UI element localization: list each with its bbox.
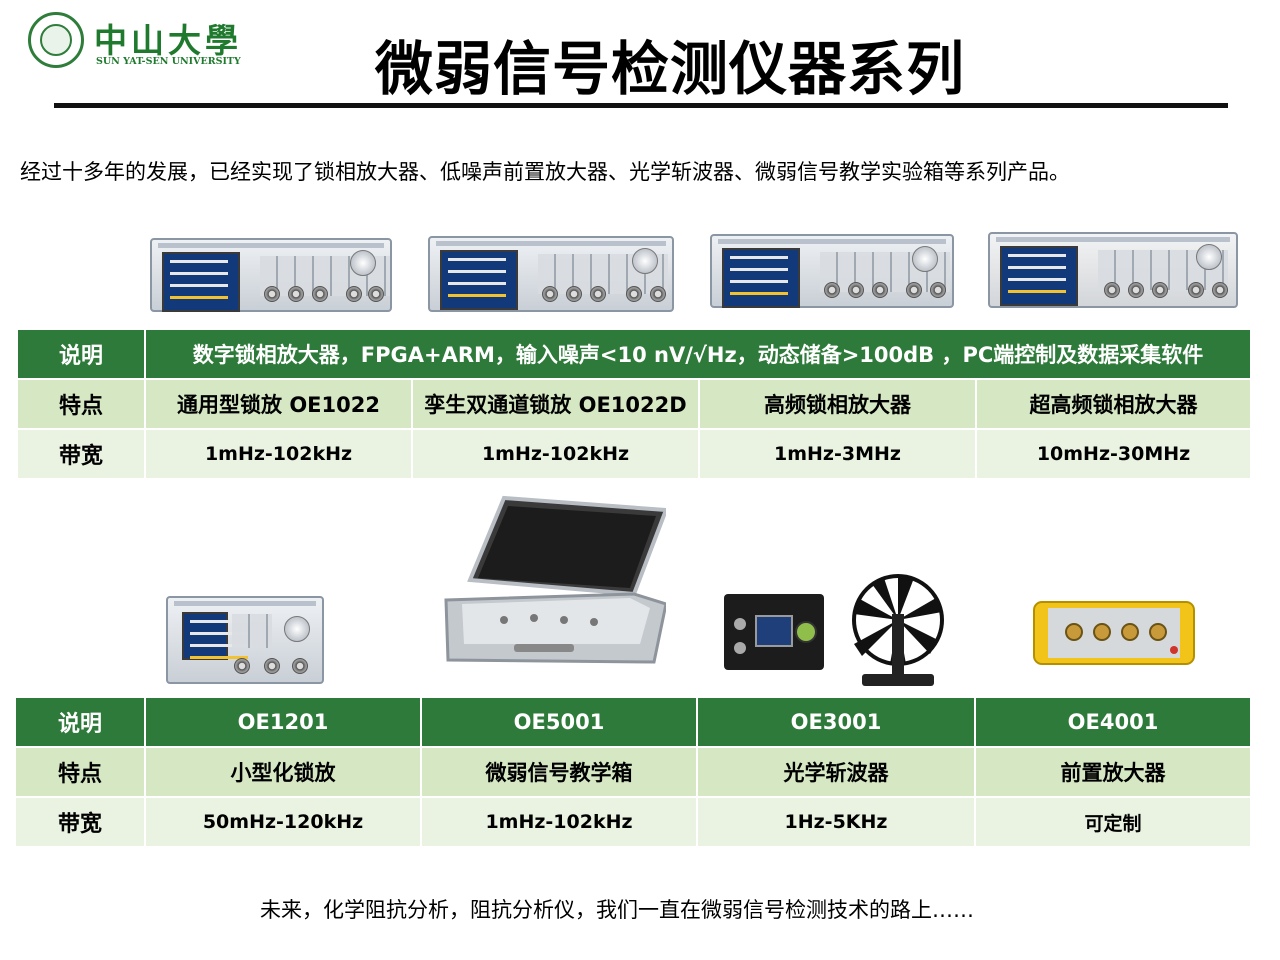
lockin-description: 数字锁相放大器，FPGA+ARM，输入噪声<10 nV/√Hz，动态储备>100… <box>146 330 1251 378</box>
page-title: 微弱信号检测仪器系列 <box>374 35 965 103</box>
lockin-amplifier-oe1022d-image <box>428 236 674 312</box>
oe5001-teaching-case-image <box>444 495 666 664</box>
university-name-en: SUN YAT-SEN UNIVERSITY <box>96 56 241 67</box>
feature-cell: 小型化锁放 <box>146 748 420 796</box>
row-label-description: 说明 <box>18 330 144 378</box>
model-cell: OE1201 <box>146 698 420 746</box>
model-cell: OE3001 <box>698 698 974 746</box>
row-label-bandwidth: 带宽 <box>16 798 144 846</box>
row-label-description: 说明 <box>16 698 144 746</box>
high-frequency-lockin-image <box>710 234 954 308</box>
oe4001-preamplifier-image <box>1033 601 1195 665</box>
bandwidth-cell: 1mHz-102kHz <box>422 798 696 846</box>
row-label-features: 特点 <box>18 380 144 428</box>
lockin-spec-table: 说明 数字锁相放大器，FPGA+ARM，输入噪声<10 nV/√Hz，动态储备>… <box>16 328 1252 480</box>
bandwidth-cell: 1mHz-3MHz <box>700 430 975 478</box>
feature-cell: 高频锁相放大器 <box>700 380 975 428</box>
feature-cell: 通用型锁放 OE1022 <box>146 380 411 428</box>
intro-text: 经过十多年的发展，已经实现了锁相放大器、低噪声前置放大器、光学斩波器、微弱信号教… <box>20 160 1070 184</box>
oe3001-optical-chopper-image <box>724 574 944 686</box>
bandwidth-cell: 10mHz-30MHz <box>977 430 1251 478</box>
feature-cell: 光学斩波器 <box>698 748 974 796</box>
bandwidth-cell: 1mHz-102kHz <box>146 430 411 478</box>
university-seal-icon <box>28 12 84 68</box>
row-label-bandwidth: 带宽 <box>18 430 144 478</box>
features-row: 特点 小型化锁放 微弱信号教学箱 光学斩波器 前置放大器 <box>16 748 1250 796</box>
features-row: 特点 通用型锁放 OE1022 孪生双通道锁放 OE1022D 高频锁相放大器 … <box>18 380 1251 428</box>
model-row: 说明 OE1201 OE5001 OE3001 OE4001 <box>16 698 1250 746</box>
feature-cell: 微弱信号教学箱 <box>422 748 696 796</box>
bandwidth-row: 带宽 50mHz-120kHz 1mHz-102kHz 1Hz-5KHz 可定制 <box>16 798 1250 846</box>
bandwidth-row: 带宽 1mHz-102kHz 1mHz-102kHz 1mHz-3MHz 10m… <box>18 430 1251 478</box>
lockin-amplifier-oe1022-image <box>150 238 392 312</box>
oe1201-compact-lockin-image <box>166 596 324 684</box>
bandwidth-cell: 1Hz-5KHz <box>698 798 974 846</box>
row-label-features: 特点 <box>16 748 144 796</box>
bandwidth-cell: 1mHz-102kHz <box>413 430 698 478</box>
feature-cell: 孪生双通道锁放 OE1022D <box>413 380 698 428</box>
ultra-high-frequency-lockin-image <box>988 232 1238 308</box>
footer-text: 未来，化学阻抗分析，阻抗分析仪，我们一直在微弱信号检测技术的路上…… <box>260 898 974 922</box>
feature-cell: 超高频锁相放大器 <box>977 380 1251 428</box>
university-logo: 中山大學 SUN YAT-SEN UNIVERSITY <box>28 12 248 70</box>
feature-cell: 前置放大器 <box>976 748 1250 796</box>
title-divider <box>54 103 1228 108</box>
product-spec-table: 说明 OE1201 OE5001 OE3001 OE4001 特点 小型化锁放 … <box>14 696 1252 848</box>
model-cell: OE4001 <box>976 698 1250 746</box>
bandwidth-cell: 可定制 <box>976 798 1250 846</box>
description-row: 说明 数字锁相放大器，FPGA+ARM，输入噪声<10 nV/√Hz，动态储备>… <box>18 330 1251 378</box>
bandwidth-cell: 50mHz-120kHz <box>146 798 420 846</box>
model-cell: OE5001 <box>422 698 696 746</box>
university-name-cn: 中山大學 <box>94 21 242 60</box>
